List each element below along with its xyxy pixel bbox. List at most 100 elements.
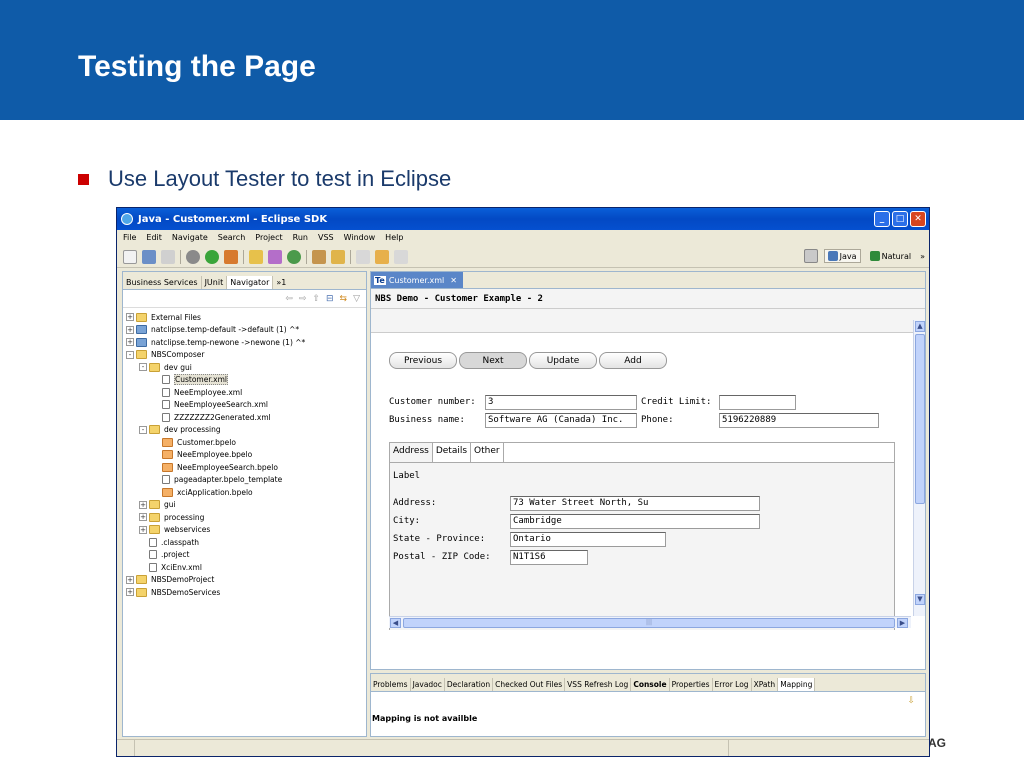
pin-icon[interactable]: ⇩ bbox=[907, 696, 915, 706]
expand-icon[interactable]: + bbox=[139, 525, 147, 534]
view-menu-icon[interactable]: ▽ bbox=[353, 294, 360, 304]
open-perspective-icon[interactable] bbox=[803, 249, 818, 263]
close-button[interactable]: ✕ bbox=[910, 211, 926, 227]
nav-back-icon[interactable]: ⇦ bbox=[285, 294, 293, 304]
menu-run[interactable]: Run bbox=[293, 233, 308, 242]
expand-icon[interactable]: + bbox=[126, 588, 134, 597]
tab-business-services[interactable]: Business Services bbox=[123, 276, 202, 289]
link-editor-icon[interactable]: ⇆ bbox=[340, 294, 348, 304]
new-class-icon[interactable] bbox=[287, 249, 301, 264]
collapse-all-icon[interactable]: ⊟ bbox=[326, 294, 334, 304]
new-icon[interactable] bbox=[123, 249, 137, 264]
scroll-down-icon[interactable]: ▼ bbox=[915, 594, 925, 605]
tree-item[interactable]: + natclipse.temp-default ->default (1) ^* bbox=[126, 324, 366, 337]
nav-up-icon[interactable]: ⇧ bbox=[312, 294, 320, 304]
tree-item[interactable]: + gui bbox=[126, 499, 366, 512]
credit-limit-field[interactable] bbox=[719, 395, 796, 410]
tab-error-log[interactable]: Error Log bbox=[713, 678, 752, 691]
search-icon[interactable] bbox=[331, 249, 345, 264]
expand-icon[interactable]: + bbox=[126, 325, 134, 334]
print-icon[interactable] bbox=[161, 249, 175, 264]
previous-button[interactable]: Previous bbox=[389, 352, 457, 369]
tree-item[interactable]: + NBSDemoProject bbox=[126, 574, 366, 587]
tree-item[interactable]: + External Files bbox=[126, 311, 366, 324]
tree-item[interactable]: xciApplication.bpelo bbox=[126, 486, 366, 499]
tab-xpath[interactable]: XPath bbox=[752, 678, 779, 691]
expand-icon[interactable]: + bbox=[126, 338, 134, 347]
tab-vss-refresh-log[interactable]: VSS Refresh Log bbox=[565, 678, 632, 691]
save-icon[interactable] bbox=[142, 249, 156, 264]
horizontal-scrollbar[interactable]: ◀ ||| ▶ bbox=[389, 616, 911, 628]
vertical-scroll-thumb[interactable] bbox=[915, 334, 925, 504]
horizontal-scroll-thumb[interactable]: ||| bbox=[403, 618, 895, 628]
tab-junit[interactable]: JUnit bbox=[202, 276, 228, 289]
external-tools-icon[interactable] bbox=[224, 249, 238, 264]
close-tab-icon[interactable]: ✕ bbox=[450, 276, 457, 285]
collapse-icon[interactable]: - bbox=[126, 350, 134, 359]
forward-arrow-icon[interactable] bbox=[394, 249, 408, 264]
menu-help[interactable]: Help bbox=[385, 233, 403, 242]
tree-item[interactable]: NeeEmployeeSearch.bpelo bbox=[126, 461, 366, 474]
tree-item[interactable]: ZZZZZZZ2Generated.xml bbox=[126, 411, 366, 424]
tree-item[interactable]: + webservices bbox=[126, 524, 366, 537]
update-button[interactable]: Update bbox=[529, 352, 597, 369]
tab-console[interactable]: Console bbox=[631, 678, 670, 691]
tab-declaration[interactable]: Declaration bbox=[445, 678, 494, 691]
tree-item[interactable]: Customer.bpelo bbox=[126, 436, 366, 449]
menu-vss[interactable]: VSS bbox=[318, 233, 334, 242]
tree-item[interactable]: Customer.xml bbox=[126, 374, 366, 387]
tree-item[interactable]: pageadapter.bpelo_template bbox=[126, 474, 366, 487]
menu-window[interactable]: Window bbox=[344, 233, 376, 242]
menu-project[interactable]: Project bbox=[255, 233, 282, 242]
perspective-natural[interactable]: Natural bbox=[867, 250, 915, 262]
postal-code-field[interactable]: N1T1S6 bbox=[510, 550, 588, 565]
scroll-up-icon[interactable]: ▲ bbox=[915, 321, 925, 332]
add-button[interactable]: Add bbox=[599, 352, 667, 369]
customer-number-field[interactable]: 3 bbox=[485, 395, 637, 410]
tab-properties[interactable]: Properties bbox=[670, 678, 713, 691]
tree-item[interactable]: NeeEmployeeSearch.xml bbox=[126, 399, 366, 412]
menu-search[interactable]: Search bbox=[218, 233, 245, 242]
back-history-icon[interactable] bbox=[356, 249, 370, 264]
city-field[interactable]: Cambridge bbox=[510, 514, 760, 529]
tab-navigator[interactable]: Navigator bbox=[227, 276, 274, 289]
tree-item[interactable]: - dev gui bbox=[126, 361, 366, 374]
expand-icon[interactable]: + bbox=[139, 500, 147, 509]
tab-checked-out-files[interactable]: Checked Out Files bbox=[493, 678, 566, 691]
tree-item[interactable]: .project bbox=[126, 549, 366, 562]
perspective-java[interactable]: Java bbox=[823, 249, 861, 263]
expand-icon[interactable]: + bbox=[126, 313, 134, 322]
tab-overflow[interactable]: »1 bbox=[273, 276, 289, 289]
minimize-button[interactable]: _ bbox=[874, 211, 890, 227]
next-button[interactable]: Next bbox=[459, 352, 527, 369]
tab-details[interactable]: Details bbox=[433, 443, 472, 462]
tree-item[interactable]: + processing bbox=[126, 511, 366, 524]
tab-mapping[interactable]: Mapping bbox=[778, 678, 816, 691]
perspective-more[interactable]: » bbox=[920, 252, 925, 261]
window-titlebar[interactable]: Java - Customer.xml - Eclipse SDK _ □ ✕ bbox=[117, 208, 929, 230]
state-province-field[interactable]: Ontario bbox=[510, 532, 666, 547]
scroll-left-icon[interactable]: ◀ bbox=[390, 618, 401, 628]
menu-edit[interactable]: Edit bbox=[146, 233, 162, 242]
expand-icon[interactable]: + bbox=[139, 513, 147, 522]
tab-other[interactable]: Other bbox=[471, 443, 504, 462]
open-type-icon[interactable] bbox=[312, 249, 326, 264]
business-name-field[interactable]: Software AG (Canada) Inc. bbox=[485, 413, 637, 428]
back-arrow-icon[interactable] bbox=[375, 249, 389, 264]
maximize-button[interactable]: □ bbox=[892, 211, 908, 227]
tree-item[interactable]: + natclipse.temp-newone ->newone (1) ^* bbox=[126, 336, 366, 349]
vertical-scrollbar[interactable]: ▲ ▼ bbox=[913, 320, 925, 616]
tree-item[interactable]: .classpath bbox=[126, 536, 366, 549]
phone-field[interactable]: 5196220889 bbox=[719, 413, 879, 428]
tree-item[interactable]: + NBSDemoServices bbox=[126, 586, 366, 599]
run-icon[interactable] bbox=[205, 249, 219, 264]
address-field[interactable]: 73 Water Street North, Su bbox=[510, 496, 760, 511]
new-package-icon[interactable] bbox=[268, 249, 282, 264]
tree-item[interactable]: NeeEmployee.xml bbox=[126, 386, 366, 399]
menu-file[interactable]: File bbox=[123, 233, 136, 242]
tab-address[interactable]: Address bbox=[390, 443, 433, 462]
expand-icon[interactable]: + bbox=[126, 575, 134, 584]
tab-problems[interactable]: Problems bbox=[371, 678, 411, 691]
scroll-right-icon[interactable]: ▶ bbox=[897, 618, 908, 628]
collapse-icon[interactable]: - bbox=[139, 363, 147, 372]
